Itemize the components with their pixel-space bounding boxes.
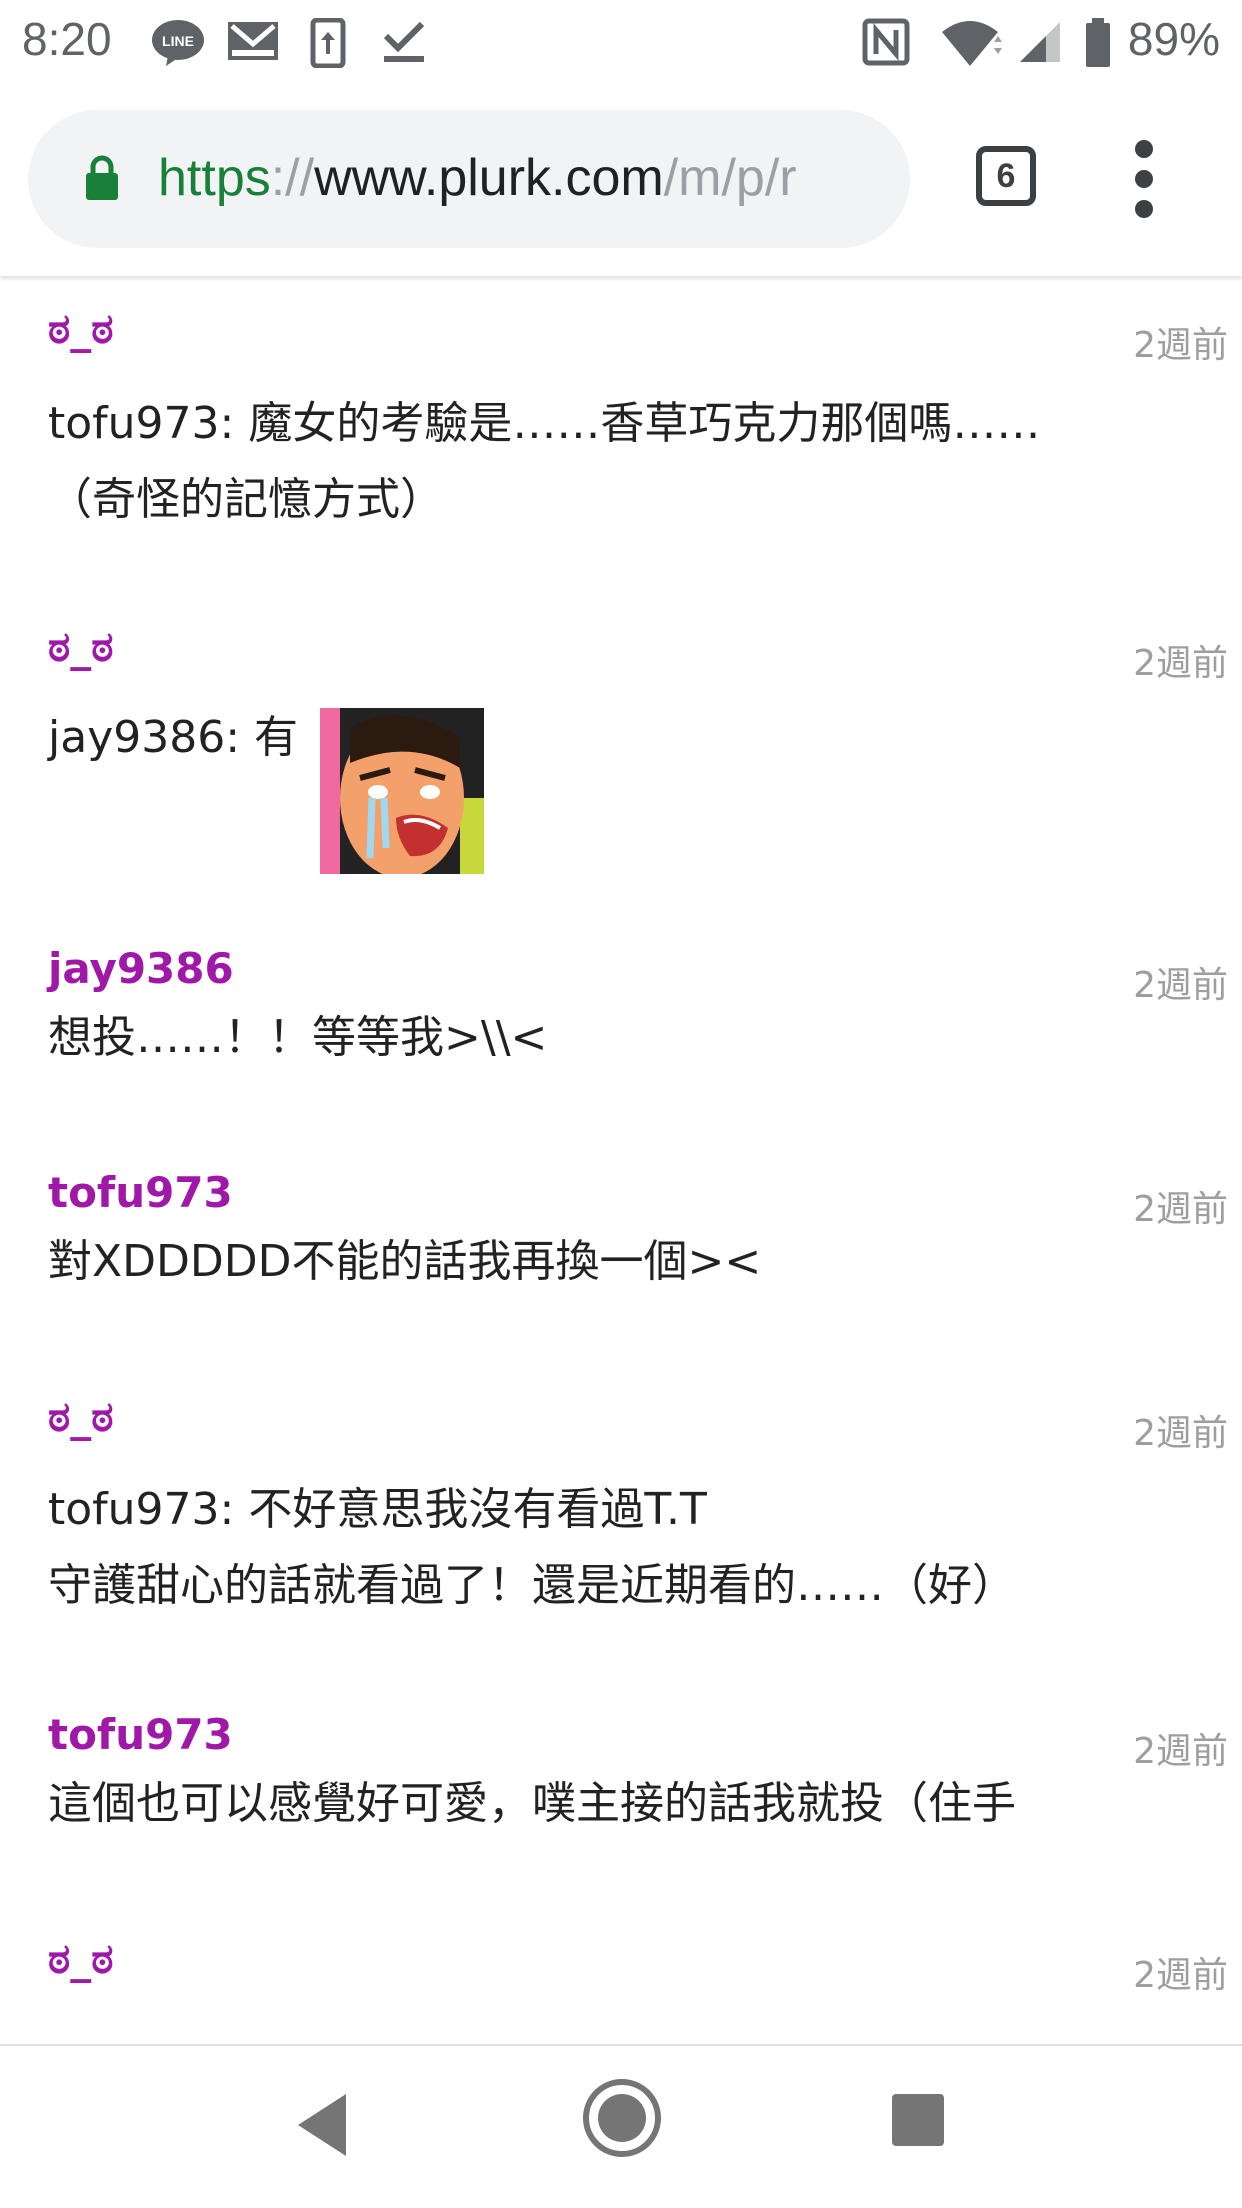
- status-bar: 8:20 LINE 89%: [0, 0, 1242, 88]
- url-path: /m/p/r: [663, 149, 797, 207]
- menu-dot: [1135, 200, 1153, 218]
- menu-dot: [1135, 140, 1153, 158]
- status-time: 8:20: [22, 13, 112, 65]
- address-bar[interactable]: https://www.plurk.com/m/p/r: [28, 110, 910, 248]
- response-time: 2週前: [1133, 643, 1228, 684]
- line-app-icon: LINE: [152, 20, 204, 66]
- crying-face-emoticon[interactable]: [320, 708, 484, 874]
- back-icon[interactable]: [290, 2090, 352, 2160]
- response-time: 2週前: [1133, 325, 1228, 366]
- response-time: 2週前: [1133, 1413, 1228, 1454]
- response-author[interactable]: tofu973: [48, 1710, 233, 1759]
- screen-rotation-icon: [310, 18, 346, 68]
- download-done-icon: [383, 21, 425, 62]
- lock-icon: [86, 155, 118, 200]
- response-author[interactable]: ಠ_ಠ: [48, 304, 113, 354]
- response-author[interactable]: tofu973: [48, 1168, 233, 1217]
- nfc-icon: [862, 18, 910, 66]
- response-text-line: tofu973: 不好意思我沒有看過T.T: [48, 1484, 707, 1535]
- response-time: 2週前: [1133, 965, 1228, 1006]
- response-author[interactable]: jay9386: [48, 944, 234, 993]
- wifi-icon: [942, 21, 1002, 66]
- url-host: www.plurk.com: [314, 149, 664, 207]
- response-text-line: jay9386: 有: [48, 712, 299, 763]
- url-scheme: https: [158, 149, 271, 207]
- response-text-line: 守護甜心的話就看過了！還是近期看的……（好）: [48, 1560, 1016, 1611]
- menu-dot: [1135, 170, 1153, 188]
- url-separator: ://: [270, 149, 315, 207]
- plurk-responses: ಠ_ಠ 2週前 tofu973: 魔女的考驗是……香草巧克力那個嗎…… （奇怪的…: [0, 276, 1242, 2044]
- url-text[interactable]: https://www.plurk.com/m/p/r: [158, 148, 797, 208]
- response-text-line: 想投……！！等等我>\\<: [48, 1012, 548, 1063]
- cell-signal-icon: [1020, 22, 1060, 62]
- response-text-line: （奇怪的記憶方式）: [48, 474, 444, 525]
- response-author[interactable]: ಠ_ಠ: [48, 1392, 113, 1442]
- response-text-line: tofu973: 魔女的考驗是……香草巧克力那個嗎……: [48, 398, 1041, 449]
- system-nav-bar: [0, 2044, 1242, 2208]
- response-time: 2週前: [1133, 1731, 1228, 1772]
- response-time: 2週前: [1133, 1189, 1228, 1230]
- response-text-line: 這個也可以感覺好可愛，噗主接的話我就投（住手: [48, 1778, 1016, 1829]
- battery-icon: [1086, 18, 1110, 67]
- response-text-line: 對XDDDDD不能的話我再換一個><: [48, 1236, 762, 1287]
- home-icon[interactable]: [580, 2076, 664, 2160]
- battery-percentage: 89%: [1127, 13, 1220, 65]
- tab-switcher-button[interactable]: 6: [976, 146, 1036, 206]
- browser-toolbar: https://www.plurk.com/m/p/r 6: [0, 88, 1242, 276]
- more-menu-button[interactable]: [1130, 138, 1160, 218]
- response-time: 2週前: [1133, 1955, 1228, 1996]
- recents-icon[interactable]: [890, 2092, 946, 2148]
- response-author[interactable]: ಠ_ಠ: [48, 622, 113, 672]
- svg-text:LINE: LINE: [162, 33, 194, 49]
- gmail-icon: [228, 22, 278, 60]
- response-author[interactable]: ಠ_ಠ: [48, 1934, 113, 1984]
